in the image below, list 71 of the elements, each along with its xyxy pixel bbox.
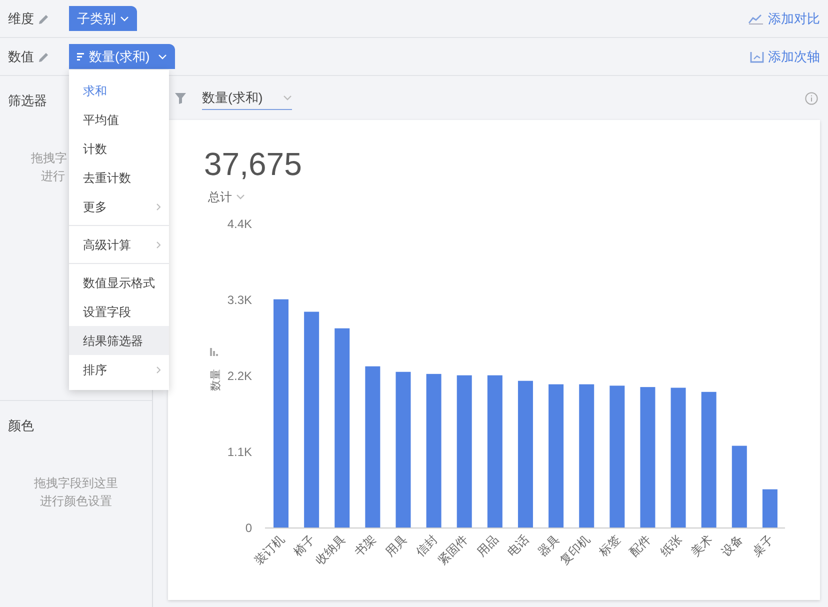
x-tick-label: 用具 — [382, 532, 410, 560]
y-tick-label: 1.1K — [227, 445, 252, 459]
bar[interactable] — [487, 375, 502, 528]
chevron-down-icon — [283, 94, 292, 100]
bar[interactable] — [640, 387, 656, 528]
x-tick-label: 美术 — [688, 532, 715, 560]
x-tick-label: 电话 — [504, 532, 532, 560]
chevron-right-icon — [156, 366, 161, 374]
x-tick-label: 桌子 — [749, 532, 776, 560]
chevron-down-icon — [158, 54, 167, 60]
section-title: 筛选器 — [8, 92, 47, 110]
filter-icon[interactable] — [175, 92, 186, 104]
menu-item[interactable]: 计数 — [69, 134, 169, 163]
menu-item[interactable]: 数值显示格式 — [69, 268, 169, 297]
y-tick-label: 0 — [245, 521, 252, 535]
chevron-down-icon — [120, 16, 129, 22]
bar[interactable] — [579, 384, 594, 528]
x-tick-label: 纸张 — [658, 532, 684, 560]
chevron-right-icon — [156, 240, 161, 248]
x-tick-label: 配件 — [626, 532, 654, 560]
axis-icon — [750, 50, 764, 62]
bar[interactable] — [701, 392, 716, 528]
drop-hint: 进行颜色设置 — [40, 492, 112, 510]
bar[interactable] — [396, 372, 411, 528]
y-tick-label: 3.3K — [227, 293, 252, 307]
y-axis-title: 数量 — [210, 369, 222, 391]
menu-item[interactable]: 结果筛选器 — [69, 326, 169, 355]
menu-item[interactable]: 去重计数 — [69, 163, 169, 192]
menu-item[interactable]: 平均值 — [69, 105, 169, 134]
bar[interactable] — [732, 446, 747, 528]
menu-item[interactable]: 排序 — [69, 355, 169, 384]
menu-item[interactable]: 更多 — [69, 192, 169, 221]
chevron-right-icon — [156, 202, 161, 210]
field-icon — [77, 52, 85, 60]
drop-hint: 进行 — [41, 168, 65, 184]
bar[interactable] — [518, 380, 533, 528]
shelf-label: 维度 — [8, 10, 34, 28]
filter-select[interactable]: 数量(求和) — [202, 86, 292, 110]
total-value: 37,675 — [203, 145, 303, 184]
x-tick-label: 书架 — [352, 532, 379, 560]
pencil-icon[interactable] — [38, 12, 50, 24]
x-tick-label: 用品 — [474, 532, 502, 560]
pencil-icon[interactable] — [38, 50, 50, 62]
drop-hint: 拖拽字段到这里 — [34, 474, 118, 492]
bar[interactable] — [610, 386, 625, 528]
field-chip[interactable]: 数量(求和) — [69, 44, 175, 69]
section-title: 颜色 — [8, 417, 34, 435]
chart-icon — [748, 12, 764, 24]
menu-item[interactable]: 设置字段 — [69, 297, 169, 326]
x-tick-label: 设备 — [718, 532, 746, 560]
bar[interactable] — [456, 375, 472, 528]
bar[interactable] — [548, 384, 564, 528]
shelf-label: 数值 — [8, 48, 34, 66]
total-dropdown[interactable]: 总计 — [208, 188, 245, 206]
y-tick-label: 4.4K — [227, 217, 252, 231]
menu-item[interactable]: 高级计算 — [69, 230, 169, 259]
bar[interactable] — [426, 374, 442, 528]
bar[interactable] — [334, 328, 350, 528]
y-axis-icon — [210, 348, 218, 356]
x-tick-label: 装订机 — [252, 532, 288, 568]
bar[interactable] — [670, 388, 686, 528]
bar[interactable] — [762, 489, 778, 528]
drop-hint: 拖拽字 — [31, 150, 67, 166]
menu-item[interactable]: 求和 — [69, 76, 169, 105]
info-icon[interactable] — [805, 92, 818, 104]
field-chip[interactable]: 子类别 — [69, 6, 137, 31]
y-tick-label: 2.2K — [227, 369, 252, 383]
bar[interactable] — [304, 312, 320, 528]
bar[interactable] — [365, 366, 380, 528]
chevron-down-icon — [236, 194, 245, 200]
x-tick-label: 标签 — [596, 532, 624, 560]
